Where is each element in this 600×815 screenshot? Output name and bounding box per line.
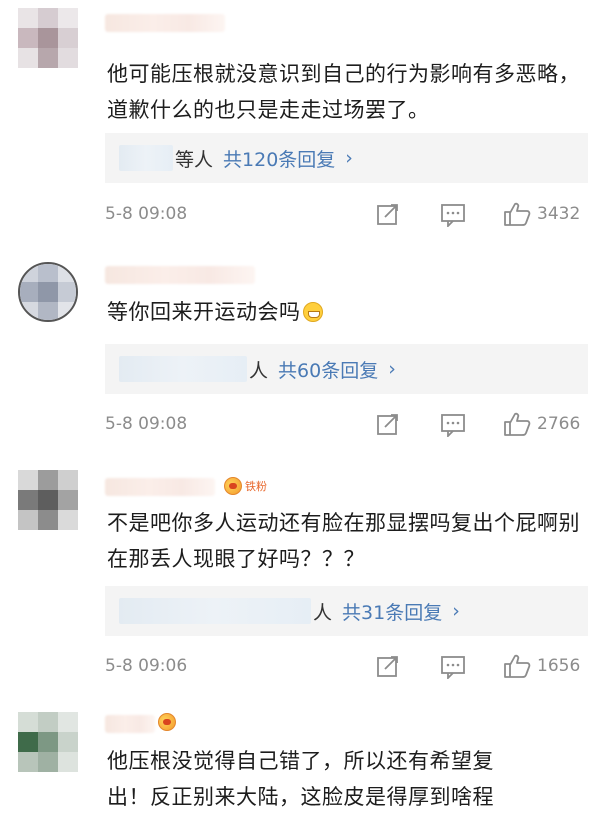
timestamp: 5-8 09:08 — [105, 414, 188, 434]
comment-text: 他可能压根就没意识到自己的行为影响有多恶略，道歉什么的也只是走走过场罢了。 — [107, 62, 580, 122]
grin-emoji-icon — [302, 302, 323, 322]
reply-summary[interactable]: 人 共60条回复 › — [105, 344, 588, 394]
comment-meta: 5-8 09:08 3432 — [0, 200, 600, 230]
fan-badge[interactable]: 铁粉 — [224, 476, 267, 496]
reply-suffix: 等人 — [175, 148, 214, 171]
timestamp: 5-8 09:06 — [105, 656, 188, 676]
fan-badge-icon — [158, 713, 176, 731]
like-button[interactable]: 1656 — [503, 652, 580, 680]
comment-button[interactable] — [440, 410, 466, 438]
comment-button[interactable] — [440, 652, 466, 680]
share-button[interactable] — [375, 652, 401, 680]
share-icon — [377, 656, 398, 677]
fan-badge[interactable] — [158, 712, 176, 732]
reply-summary[interactable]: 人 共31条回复 › — [105, 586, 588, 636]
comment-meta: 5-8 09:08 2766 — [0, 410, 600, 440]
fan-badge-label: 铁粉 — [245, 480, 267, 493]
share-button[interactable] — [375, 410, 401, 438]
share-button[interactable] — [375, 200, 401, 228]
avatar[interactable] — [18, 712, 78, 772]
comment-icon — [441, 656, 465, 679]
comment-text-line: 他压根没觉得自己错了，所以还有希望复 — [107, 749, 494, 773]
comment-icon — [441, 414, 465, 437]
share-icon — [377, 414, 398, 435]
username[interactable] — [105, 715, 155, 733]
reply-usernames — [119, 145, 173, 171]
reply-count-link[interactable]: 共31条回复 — [342, 598, 442, 625]
thumbs-up-icon — [504, 654, 531, 678]
avatar[interactable] — [18, 470, 78, 530]
like-count: 2766 — [537, 414, 581, 434]
reply-count-link[interactable]: 共120条回复 — [223, 145, 335, 172]
reply-summary[interactable]: 等人 共120条回复 › — [105, 133, 588, 183]
timestamp: 5-8 09:08 — [105, 204, 188, 224]
reply-suffix: 人 — [249, 359, 269, 382]
comment-text: 他压根没觉得自己错了，所以还有希望复 出！反正别来大陆，这脸皮是得厚到啥程 — [107, 743, 582, 815]
comment-text-content: 等你回来开运动会吗 — [107, 300, 301, 324]
reply-usernames — [119, 356, 247, 382]
like-button[interactable]: 2766 — [503, 410, 580, 438]
comment-button[interactable] — [440, 200, 466, 228]
like-count: 3432 — [537, 204, 581, 224]
comment-meta: 5-8 09:06 1656 — [0, 652, 600, 682]
reply-usernames — [119, 598, 311, 624]
thumbs-up-icon — [504, 202, 531, 226]
chevron-right-icon[interactable]: › — [345, 147, 353, 169]
reply-count-link[interactable]: 共60条回复 — [278, 356, 378, 383]
share-icon — [377, 204, 398, 225]
avatar[interactable] — [18, 8, 78, 68]
like-count: 1656 — [537, 656, 581, 676]
like-button[interactable]: 3432 — [503, 200, 580, 228]
comment-text: 不是吧你多人运动还有脸在那显摆吗复出个屁啊别在那丢人现眼了好吗？？？ — [107, 511, 580, 571]
username[interactable] — [105, 14, 225, 32]
username[interactable] — [105, 266, 255, 284]
chevron-right-icon[interactable]: › — [388, 358, 396, 380]
chevron-right-icon[interactable]: › — [452, 600, 460, 622]
avatar[interactable] — [18, 262, 78, 322]
comment-icon — [441, 204, 465, 227]
fan-badge-icon — [224, 477, 242, 495]
reply-suffix: 人 — [313, 601, 333, 624]
thumbs-up-icon — [504, 412, 531, 436]
comment-text: 等你回来开运动会吗 — [107, 294, 582, 330]
comment-text-line: 出！反正别来大陆，这脸皮是得厚到啥程 — [107, 785, 494, 809]
username[interactable] — [105, 478, 215, 496]
